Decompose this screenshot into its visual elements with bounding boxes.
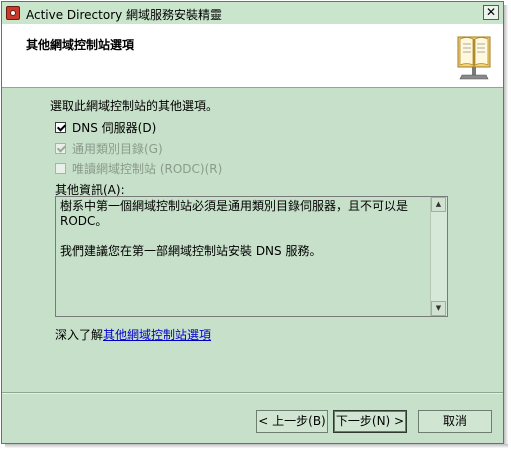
learn-more: 深入了解其他網域控制站選項 xyxy=(55,326,211,343)
dns-server-label: DNS 伺服器(D) xyxy=(72,120,157,135)
window-shadow-bottom xyxy=(5,444,508,448)
window-title: Active Directory 網域服務安裝精靈 xyxy=(26,8,223,22)
wizard-content: 選取此網域控制站的其他選項。 DNS 伺服器(D) 通用類別目錄(G) 唯讀網域… xyxy=(2,88,503,392)
scroll-up-icon[interactable]: ▲ xyxy=(431,197,446,212)
page-title: 其他網域控制站選項 xyxy=(26,38,135,52)
cancel-button[interactable]: 取消 xyxy=(418,410,492,433)
wizard-header: 其他網域控制站選項 xyxy=(2,24,503,88)
info-paragraph-2: 我們建議您在第一部網域控制站安裝 DNS 服務。 xyxy=(60,244,322,258)
info-scrollbar[interactable]: ▲ ▼ xyxy=(430,197,447,316)
page-description: 選取此網域控制站的其他選項。 xyxy=(50,99,219,113)
back-button[interactable]: < 上一步(B) xyxy=(256,410,328,433)
footer-divider xyxy=(2,392,503,394)
window-shadow-right xyxy=(504,5,508,446)
scroll-down-icon[interactable]: ▼ xyxy=(431,301,446,316)
title-bar[interactable]: Active Directory 網域服務安裝精靈 ✕ xyxy=(2,2,503,25)
rodc-option: 唯讀網域控制站 (RODC)(R) xyxy=(55,160,222,176)
rodc-checkbox xyxy=(55,162,66,174)
global-catalog-option: 通用類別目錄(G) xyxy=(55,140,163,156)
global-catalog-label: 通用類別目錄(G) xyxy=(72,141,163,156)
additional-info-box[interactable]: 樹系中第一個網域控制站必須是通用類別目錄伺服器，且不可以是 RODC。 我們建議… xyxy=(55,196,448,317)
additional-info-text: 樹系中第一個網域控制站必須是通用類別目錄伺服器，且不可以是 RODC。 我們建議… xyxy=(60,199,428,259)
close-icon[interactable]: ✕ xyxy=(483,5,499,20)
learn-more-link[interactable]: 其他網域控制站選項 xyxy=(103,328,211,342)
rodc-label: 唯讀網域控制站 (RODC)(R) xyxy=(72,161,223,176)
global-catalog-checkbox xyxy=(55,142,66,154)
info-paragraph-1: 樹系中第一個網域控制站必須是通用類別目錄伺服器，且不可以是 RODC。 xyxy=(60,199,409,228)
dns-server-checkbox[interactable] xyxy=(55,121,66,133)
learn-more-prefix: 深入了解 xyxy=(55,328,104,342)
book-icon xyxy=(457,36,491,80)
next-button[interactable]: 下一步(N) > xyxy=(333,410,407,433)
dns-server-option[interactable]: DNS 伺服器(D) xyxy=(55,119,156,135)
wizard-window: Active Directory 網域服務安裝精靈 ✕ 其他網域控制站選項 選取… xyxy=(1,1,504,444)
ad-wizard-icon[interactable] xyxy=(6,6,20,20)
